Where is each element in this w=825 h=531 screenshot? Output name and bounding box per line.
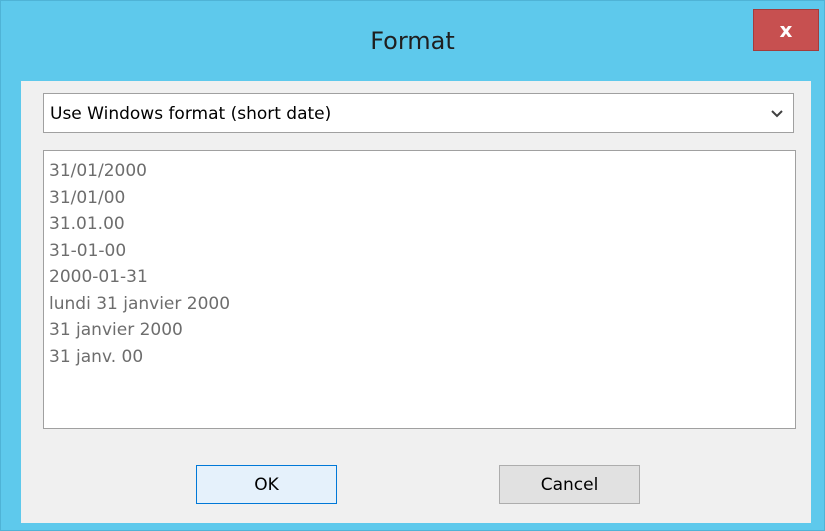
dialog-title: Format — [370, 27, 455, 55]
close-button[interactable]: x — [753, 9, 819, 51]
list-item[interactable]: 31.01.00 — [49, 211, 230, 238]
list-item[interactable]: 31-01-00 — [49, 238, 230, 265]
ok-button[interactable]: OK — [196, 465, 337, 504]
close-icon: x — [779, 18, 793, 42]
list-item[interactable]: 2000-01-31 — [49, 264, 230, 291]
format-list[interactable]: 31/01/2000 31/01/00 31.01.00 31-01-00 20… — [43, 150, 796, 429]
list-item[interactable]: 31/01/00 — [49, 185, 230, 212]
list-item[interactable]: 31 janvier 2000 — [49, 317, 230, 344]
chevron-down-icon — [771, 110, 783, 118]
list-item[interactable]: 31 janv. 00 — [49, 344, 230, 371]
list-item[interactable]: lundi 31 janvier 2000 — [49, 291, 230, 318]
list-item[interactable]: 31/01/2000 — [49, 158, 230, 185]
format-dialog: Format x Use Windows format (short date)… — [0, 0, 825, 531]
ok-button-label: OK — [254, 474, 279, 495]
cancel-button[interactable]: Cancel — [499, 465, 640, 504]
format-dropdown[interactable]: Use Windows format (short date) — [43, 93, 794, 133]
cancel-button-label: Cancel — [540, 474, 599, 495]
format-dropdown-value: Use Windows format (short date) — [50, 104, 332, 124]
dialog-body: Use Windows format (short date) 31/01/20… — [21, 81, 811, 523]
format-list-items: 31/01/2000 31/01/00 31.01.00 31-01-00 20… — [49, 158, 230, 370]
title-bar[interactable]: Format x — [1, 1, 824, 81]
